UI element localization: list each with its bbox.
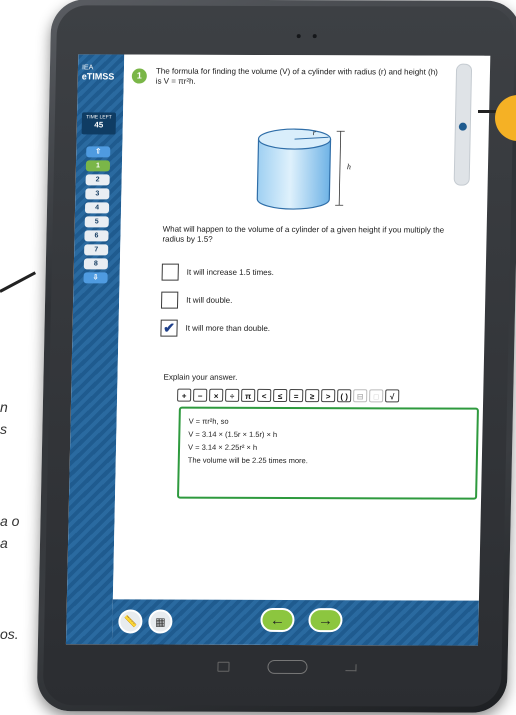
arrow-left-icon: ← bbox=[269, 611, 286, 629]
parentheses-button[interactable]: ( ) bbox=[337, 389, 352, 403]
iea-label: IEA bbox=[81, 64, 94, 72]
answer-line-4: The volume will be 2.25 times more. bbox=[187, 455, 308, 466]
answer-input[interactable]: V = πr²h, so V = 3.14 × (1.5r × 1.5r) × … bbox=[176, 406, 479, 500]
callout-line-right bbox=[478, 110, 496, 113]
explain-label: Explain your answer. bbox=[163, 372, 238, 382]
option-3-label: It will more than double. bbox=[185, 323, 271, 333]
time-left-value: 45 bbox=[94, 120, 104, 130]
question-nav-2[interactable]: 2 bbox=[85, 174, 110, 186]
arrow-right-icon: → bbox=[317, 611, 334, 629]
recent-apps-icon[interactable] bbox=[217, 661, 230, 672]
question-nav-5[interactable]: 5 bbox=[84, 216, 109, 228]
minus-button[interactable]: − bbox=[193, 388, 208, 402]
sensor-icon bbox=[312, 34, 317, 39]
sqrt-button[interactable]: √ bbox=[385, 389, 400, 403]
callout-line-left bbox=[0, 271, 37, 293]
question-stem: The formula for finding the volume (V) o… bbox=[155, 66, 438, 86]
side-text-4: a bbox=[0, 535, 8, 551]
question-nav-8[interactable]: 8 bbox=[83, 258, 109, 270]
option-3[interactable]: ✔ It will more than double. bbox=[160, 319, 270, 337]
question-number-badge: 1 bbox=[131, 68, 147, 84]
question-panel: 1 The formula for finding the volume (V)… bbox=[112, 54, 485, 601]
side-text-1: n bbox=[0, 399, 8, 415]
greater-equal-button[interactable]: ≥ bbox=[305, 389, 320, 403]
checkmark-icon: ✔ bbox=[163, 319, 176, 336]
question-nav-7[interactable]: 7 bbox=[84, 244, 109, 256]
time-left: TIME LEFT 45 bbox=[81, 112, 117, 135]
less-equal-button[interactable]: ≤ bbox=[273, 388, 288, 403]
divide-button[interactable]: ÷ bbox=[225, 388, 240, 402]
exponent-button[interactable]: □ bbox=[369, 389, 384, 403]
checkbox-3[interactable]: ✔ bbox=[160, 319, 178, 337]
question-nav-6[interactable]: 6 bbox=[84, 230, 109, 242]
ruler-icon: 📏 bbox=[123, 615, 138, 628]
bottom-toolbar: 📏 ▦ ← → bbox=[111, 599, 479, 646]
hardware-buttons bbox=[217, 659, 357, 675]
question-navigator: ⇧ 1 2 3 4 5 6 7 8 ⇩ bbox=[83, 146, 111, 286]
checkbox-1[interactable] bbox=[161, 263, 179, 281]
fraction-button[interactable]: ⊟ bbox=[353, 389, 368, 403]
nav-down-button[interactable]: ⇩ bbox=[83, 272, 108, 284]
option-1[interactable]: It will increase 1.5 times. bbox=[161, 263, 275, 281]
back-hardware-icon[interactable] bbox=[345, 663, 357, 671]
question-nav-4[interactable]: 4 bbox=[84, 202, 110, 214]
tablet-screen: IEA eTIMSS TIME LEFT 45 ⇧ 1 2 3 4 5 6 7 … bbox=[65, 54, 491, 646]
option-1-label: It will increase 1.5 times. bbox=[186, 267, 274, 277]
vertical-scrollbar[interactable] bbox=[453, 63, 473, 186]
calculator-button[interactable]: ▦ bbox=[148, 609, 173, 634]
home-button[interactable] bbox=[267, 659, 308, 675]
less-than-button[interactable]: < bbox=[257, 388, 272, 402]
plus-button[interactable]: + bbox=[177, 388, 192, 402]
multiply-button[interactable]: × bbox=[209, 388, 224, 402]
answer-line-3: V = 3.14 × 2.25r² × h bbox=[187, 442, 258, 452]
cylinder-figure: r h bbox=[256, 128, 351, 210]
scroll-thumb[interactable] bbox=[458, 122, 467, 131]
math-toolbar: + − × ÷ π < ≤ = ≥ > ( ) ⊟ □ √ bbox=[177, 388, 400, 403]
calculator-icon: ▦ bbox=[155, 616, 166, 629]
etimss-logo: IEA eTIMSS bbox=[82, 64, 115, 81]
side-text-2: s bbox=[0, 421, 7, 437]
side-text-5: os. bbox=[0, 626, 19, 642]
question-nav-3[interactable]: 3 bbox=[85, 188, 110, 200]
answer-line-2: V = 3.14 × (1.5r × 1.5r) × h bbox=[188, 429, 278, 439]
side-text-3: a o bbox=[0, 513, 20, 529]
equals-button[interactable]: = bbox=[289, 389, 304, 403]
nav-up-button[interactable]: ⇧ bbox=[86, 146, 111, 158]
pi-button[interactable]: π bbox=[241, 388, 256, 402]
brand-label: eTIMSS bbox=[81, 71, 115, 82]
greater-than-button[interactable]: > bbox=[321, 389, 336, 403]
ruler-button[interactable]: 📏 bbox=[118, 609, 143, 634]
option-2[interactable]: It will double. bbox=[160, 291, 233, 309]
next-button[interactable]: → bbox=[308, 608, 343, 633]
back-button[interactable]: ← bbox=[260, 607, 295, 633]
question-prompt: What will happen to the volume of a cyli… bbox=[162, 224, 445, 244]
answer-line-1: V = πr²h, so bbox=[188, 416, 229, 426]
checkbox-2[interactable] bbox=[160, 291, 179, 309]
option-2-label: It will double. bbox=[186, 295, 233, 305]
question-nav-1[interactable]: 1 bbox=[85, 160, 111, 172]
height-label: h bbox=[347, 162, 351, 171]
tablet-device: IEA eTIMSS TIME LEFT 45 ⇧ 1 2 3 4 5 6 7 … bbox=[36, 0, 516, 713]
